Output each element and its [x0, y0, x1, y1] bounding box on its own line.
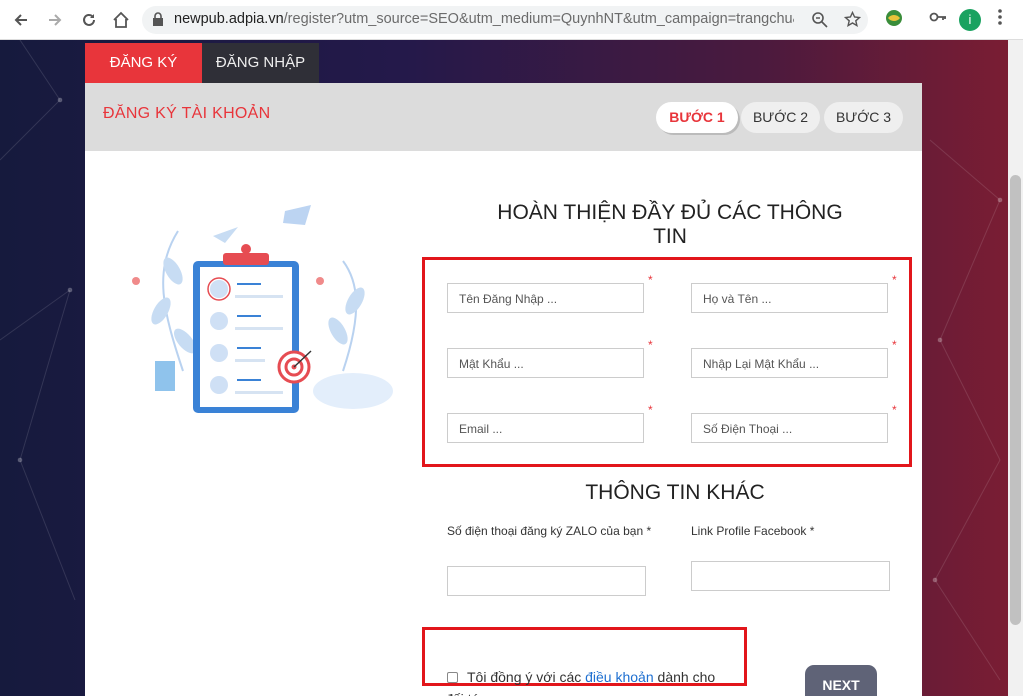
profile-avatar[interactable]: i [959, 9, 981, 31]
form-panel: HOÀN THIỆN ĐẦY ĐỦ CÁC THÔNG TIN Tên Đăng… [85, 151, 922, 696]
terms-link[interactable]: điều khoản [585, 669, 654, 685]
tab-register[interactable]: ĐĂNG KÝ [85, 43, 202, 83]
required-mark: * [648, 403, 653, 417]
bookmark-star-icon[interactable] [843, 10, 862, 33]
forward-icon[interactable] [44, 9, 66, 31]
panel-header: ĐĂNG KÝ TÀI KHOẢN BƯỚC 1 BƯỚC 2 BƯỚC 3 [85, 83, 922, 151]
other-info-heading: THÔNG TIN KHÁC [585, 481, 765, 504]
home-icon[interactable] [110, 9, 132, 31]
required-mark: * [892, 273, 897, 287]
facebook-label: Link Profile Facebook * [691, 524, 815, 538]
facebook-link-input[interactable] [691, 561, 890, 591]
confirm-password-field[interactable]: Nhập Lại Mật Khẩu ... [691, 348, 888, 378]
zalo-phone-input[interactable] [447, 566, 646, 596]
menu-dots-icon[interactable] [997, 8, 1003, 31]
step-1[interactable]: BƯỚC 1 [656, 102, 738, 133]
required-mark: * [648, 273, 653, 287]
zoom-icon[interactable] [811, 11, 828, 33]
fullname-field[interactable]: Họ và Tên ... [691, 283, 888, 313]
required-mark: * [892, 403, 897, 417]
panel-title: ĐĂNG KÝ TÀI KHOẢN [103, 105, 271, 122]
step-3[interactable]: BƯỚC 3 [824, 102, 903, 133]
lock-icon [152, 11, 164, 32]
clipboard-illustration [132, 205, 393, 413]
extension-icon[interactable] [884, 8, 904, 33]
url-path: /register?utm_source=SEO&utm_medium=Quyn… [283, 11, 794, 27]
username-field[interactable]: Tên Đăng Nhập ... [447, 283, 644, 313]
required-mark: * [892, 338, 897, 352]
auth-tabs: ĐĂNG KÝ ĐĂNG NHẬP [85, 43, 319, 83]
step-2[interactable]: BƯỚC 2 [741, 102, 820, 133]
key-icon[interactable] [929, 8, 947, 31]
form-heading: HOÀN THIỆN ĐẦY ĐỦ CÁC THÔNG TIN [497, 201, 843, 248]
tab-login[interactable]: ĐĂNG NHẬP [202, 43, 319, 83]
terms-prefix: Tôi đồng ý với các [467, 669, 586, 685]
terms-text: Tôi đồng ý với các điều khoản dành cho đ… [445, 666, 720, 696]
phone-field[interactable]: Số Điện Thoại ... [691, 413, 888, 443]
url-text: newpub.adpia.vn/register?utm_source=SEO&… [174, 11, 794, 27]
browser-toolbar: newpub.adpia.vn/register?utm_source=SEO&… [0, 0, 1023, 40]
back-icon[interactable] [10, 9, 32, 31]
email-field[interactable]: Email ... [447, 413, 644, 443]
required-mark: * [648, 338, 653, 352]
address-bar[interactable]: newpub.adpia.vn/register?utm_source=SEO&… [142, 6, 868, 34]
page-background: ĐĂNG KÝ ĐĂNG NHẬP ĐĂNG KÝ TÀI KHOẢN BƯỚC… [0, 40, 1008, 696]
zalo-label: Số điện thoại đăng ký ZALO của bạn * [447, 524, 652, 538]
scrollbar-thumb[interactable] [1010, 175, 1021, 625]
password-field[interactable]: Mật Khẩu ... [447, 348, 644, 378]
next-button[interactable]: NEXT [805, 665, 877, 696]
reload-icon[interactable] [78, 9, 100, 31]
url-host: newpub.adpia.vn [174, 11, 284, 27]
scrollbar[interactable] [1008, 40, 1023, 696]
